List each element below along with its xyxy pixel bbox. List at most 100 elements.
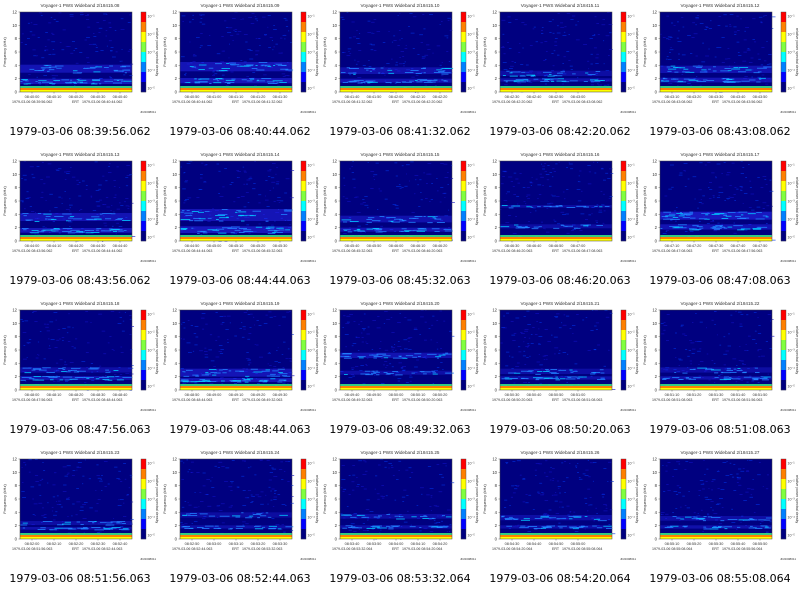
plot-title: Voyager-1 PWS Wideband 2/18415.17 [681,152,760,157]
noise-speck [420,199,423,201]
colorbar-tick-label: 10⁻² [308,182,316,186]
noise-speck [677,41,682,42]
band-speck [95,378,100,380]
band-speck [349,68,359,69]
band-speck [557,205,562,207]
noise-speck [396,186,399,187]
noise-speck [184,172,186,173]
noise-speck [241,336,245,338]
y-tick-label: 0 [655,90,658,95]
colorbar-label: relative power spectral density [475,177,479,226]
noise-speck [395,349,397,351]
noise-speck [682,495,685,497]
band-speck [591,372,601,373]
colorbar-segment [301,201,306,212]
band-speck [672,217,679,218]
low-frequency-strip [660,384,772,390]
noise-speck [285,461,288,462]
noise-speck [185,199,189,200]
noise-speck [54,472,57,474]
noise-speck [549,479,552,481]
band-speck [419,229,424,231]
noise-speck [91,380,95,381]
noise-speck [343,177,345,179]
noise-speck [391,465,393,466]
y-tick-label: 10 [332,23,337,28]
noise-speck [107,342,110,344]
colorbar-segment [301,360,306,371]
noise-speck [379,190,382,192]
noise-speck [180,522,183,524]
y-axis-label: Frequency (kHz) [482,186,487,216]
band-speck [702,79,708,81]
band-speck [438,354,446,356]
band-speck [436,527,443,528]
band-speck [43,64,52,66]
spectrogram-panel: Voyager-1 PWS Wideband 2/18415.22 12 10 8 6 4… [640,298,800,447]
band-speck [80,524,84,525]
noise-speck [730,314,733,316]
band-speck [70,79,73,81]
noise-speck [92,43,97,45]
band-speck [348,72,357,74]
noise-speck [429,488,434,489]
noise-speck [735,381,738,383]
noise-speck [21,491,25,492]
colorbar-segment [781,340,786,351]
band-speck [412,356,418,358]
noise-speck [113,518,115,519]
band-speck [23,215,27,217]
noise-speck [364,196,368,197]
colorbar-segment [621,330,626,341]
colorbar-tick-label: 10⁻¹ [628,313,636,317]
noise-speck [503,69,508,70]
noise-speck [600,168,604,170]
band-speck [667,70,672,72]
noise-speck [258,325,262,326]
noise-speck [180,338,182,340]
band-speck [23,229,27,231]
colorbar-segment [461,72,466,83]
noise-speck [608,524,611,525]
x-tick-label: 08:50:00 [389,393,404,397]
noise-speck [557,487,560,489]
noise-speck [414,193,416,195]
band-speck [442,70,446,72]
noise-speck [502,170,507,172]
noise-speck [244,497,247,499]
noise-speck [570,168,574,170]
ert-end-label: 1979-03-06 08:48:44.063 [82,398,122,402]
band-speck [510,71,521,73]
band-speck [258,62,268,63]
noise-speck [49,345,51,347]
colorbar-segment [781,22,786,33]
band-speck [221,70,227,71]
band-speck [755,372,760,373]
band-speck [525,226,528,227]
scet-label: 1979-03-06 08:41:32.062 [332,100,372,104]
noise-speck [532,207,536,209]
noise-speck [542,355,546,357]
band-speck [714,377,719,378]
band-speck [207,229,217,231]
noise-speck [362,199,365,200]
noise-speck [351,489,355,491]
noise-speck [568,34,570,35]
spectrogram-plot: Voyager-1 PWS Wideband 2/18415.121210864… [642,3,799,114]
noise-speck [201,313,206,314]
noise-speck [70,52,74,54]
low-frequency-strip [500,533,612,539]
noise-speck [245,41,248,43]
band-speck [54,65,64,67]
noise-speck [101,475,103,476]
band-speck [726,79,733,80]
colorbar-segment [301,310,306,321]
noise-speck [282,316,286,318]
noise-speck [43,517,47,518]
x-tick-label: 08:47:30 [709,244,724,248]
noise-speck [251,501,254,502]
noise-speck [443,320,446,322]
noise-speck [747,48,750,49]
noise-speck [392,204,397,205]
band-speck [743,376,752,378]
